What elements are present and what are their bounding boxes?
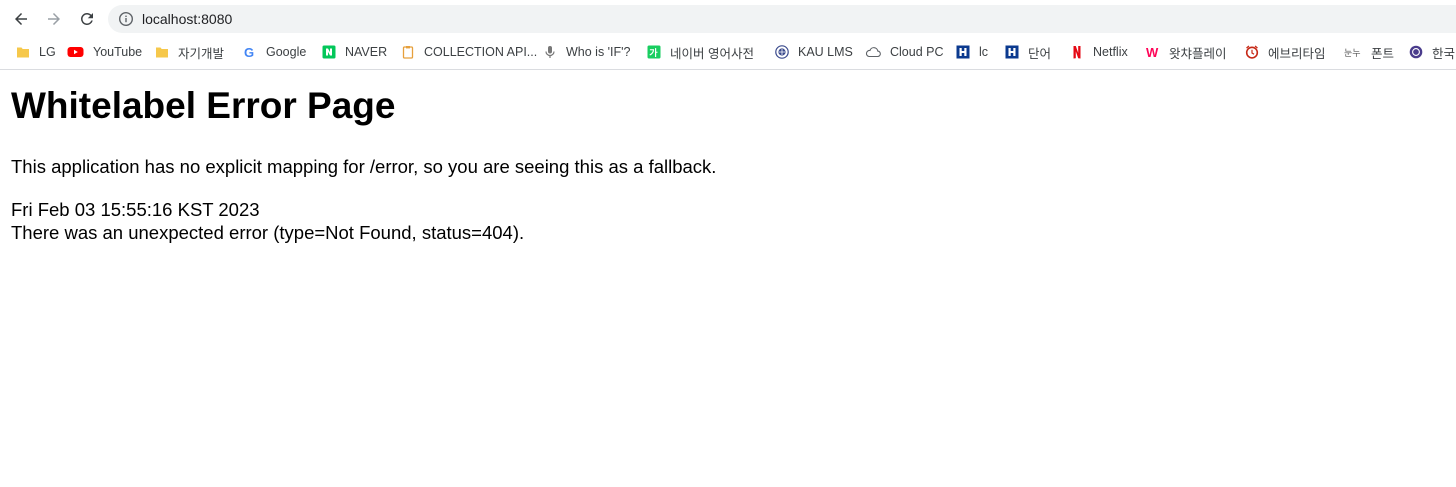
svg-text:눈누: 눈누 — [1344, 48, 1361, 59]
google-icon: G — [243, 45, 257, 59]
bookmark-label: 단어 — [1028, 46, 1052, 61]
error-details: Fri Feb 03 15:55:16 KST 2023 There was a… — [11, 198, 524, 244]
bookmark-label: Google — [266, 45, 307, 59]
bookmark-kau-lms[interactable]: KAU LMS — [775, 41, 853, 63]
bookmark-naver-dictionary[interactable]: 가 네이버 영어사전 — [647, 41, 754, 63]
svg-text:가: 가 — [649, 47, 658, 59]
error-description: This application has no explicit mapping… — [11, 156, 717, 177]
bookmark-label: Who is 'IF'? — [566, 45, 631, 59]
bookmark-naver[interactable]: NAVER — [322, 41, 387, 63]
folder-icon — [155, 45, 169, 59]
bookmark-youtube[interactable]: YouTube — [67, 41, 142, 63]
bookmark-who-is-if[interactable]: Who is 'IF'? — [543, 41, 631, 63]
forward-button[interactable] — [42, 7, 66, 31]
bookmark-self-dev[interactable]: 자기개발 — [155, 41, 224, 63]
bookmark-label: KAU LMS — [798, 45, 853, 59]
bookmark-label: lc — [979, 45, 989, 59]
naver-icon — [322, 45, 336, 59]
bookmark-label: COLLECTION API... — [424, 45, 538, 59]
bookmark-netflix[interactable]: Netflix — [1070, 41, 1128, 63]
reload-icon — [80, 12, 93, 25]
folder-icon — [16, 45, 30, 59]
page-title: Whitelabel Error Page — [11, 85, 396, 126]
bookmark-label: 에브리타임 — [1268, 46, 1326, 61]
bookmark-label: Cloud PC — [890, 45, 944, 59]
bookmark-lc[interactable]: lc — [956, 41, 988, 63]
bookmark-watcha[interactable]: W 왓챠플레이 — [1146, 41, 1227, 63]
bookmark-cloud-pc[interactable]: Cloud PC — [865, 41, 944, 63]
bookmark-label: 자기개발 — [178, 46, 225, 61]
error-message: There was an unexpected error (type=Not … — [11, 222, 525, 243]
bookmark-google[interactable]: G Google — [243, 41, 306, 63]
arrow-left-icon — [15, 13, 27, 25]
browser-toolbar: localhost:8080 — [0, 0, 1456, 38]
bookmark-label: 한국 — [1432, 46, 1456, 61]
netflix-icon — [1070, 45, 1084, 59]
bookmark-font[interactable]: 눈누 폰트 — [1344, 41, 1394, 63]
hackers-icon — [1005, 45, 1019, 59]
reload-button[interactable] — [75, 7, 99, 31]
everytime-icon — [1245, 45, 1259, 59]
youtube-icon — [67, 45, 84, 59]
address-bar[interactable]: localhost:8080 — [108, 5, 1456, 33]
clipboard-icon — [401, 45, 415, 59]
bookmark-lg[interactable]: LG — [16, 41, 56, 63]
bookmark-korea[interactable]: 한국 — [1409, 41, 1455, 63]
bookmark-label: 네이버 영어사전 — [670, 46, 754, 61]
back-button[interactable] — [9, 7, 33, 31]
bookmark-label: Netflix — [1093, 45, 1128, 59]
bookmark-label: LG — [39, 45, 56, 59]
font-icon: 눈누 — [1344, 45, 1362, 59]
bookmark-collection-api[interactable]: COLLECTION API... — [401, 41, 537, 63]
cloud-icon — [865, 45, 881, 59]
bookmark-words[interactable]: 단어 — [1005, 41, 1051, 63]
bookmark-label: YouTube — [93, 45, 143, 59]
error-timestamp: Fri Feb 03 15:55:16 KST 2023 — [11, 199, 260, 220]
bookmark-label: 폰트 — [1371, 46, 1395, 61]
url-text[interactable]: localhost:8080 — [142, 11, 232, 27]
university-seal-icon — [775, 45, 789, 59]
arrow-right-icon — [48, 13, 60, 25]
info-icon[interactable] — [118, 11, 134, 27]
hackers-icon — [956, 45, 970, 59]
bookmark-everytime[interactable]: 에브리타임 — [1245, 41, 1326, 63]
svg-text:G: G — [244, 45, 254, 59]
emblem-icon — [1409, 45, 1423, 59]
watcha-icon: W — [1146, 45, 1160, 59]
microphone-icon — [543, 45, 557, 59]
bookmark-label: NAVER — [345, 45, 388, 59]
svg-text:W: W — [1146, 45, 1159, 59]
bookmark-label: 왓챠플레이 — [1169, 46, 1227, 61]
naver-dictionary-icon: 가 — [647, 45, 661, 59]
bookmarks-bar: LG YouTube 자기개발 G Google NAVER COLLECTIO… — [0, 38, 1456, 64]
browser-chrome: localhost:8080 LG YouTube 자기개발 G Google … — [0, 0, 1456, 70]
